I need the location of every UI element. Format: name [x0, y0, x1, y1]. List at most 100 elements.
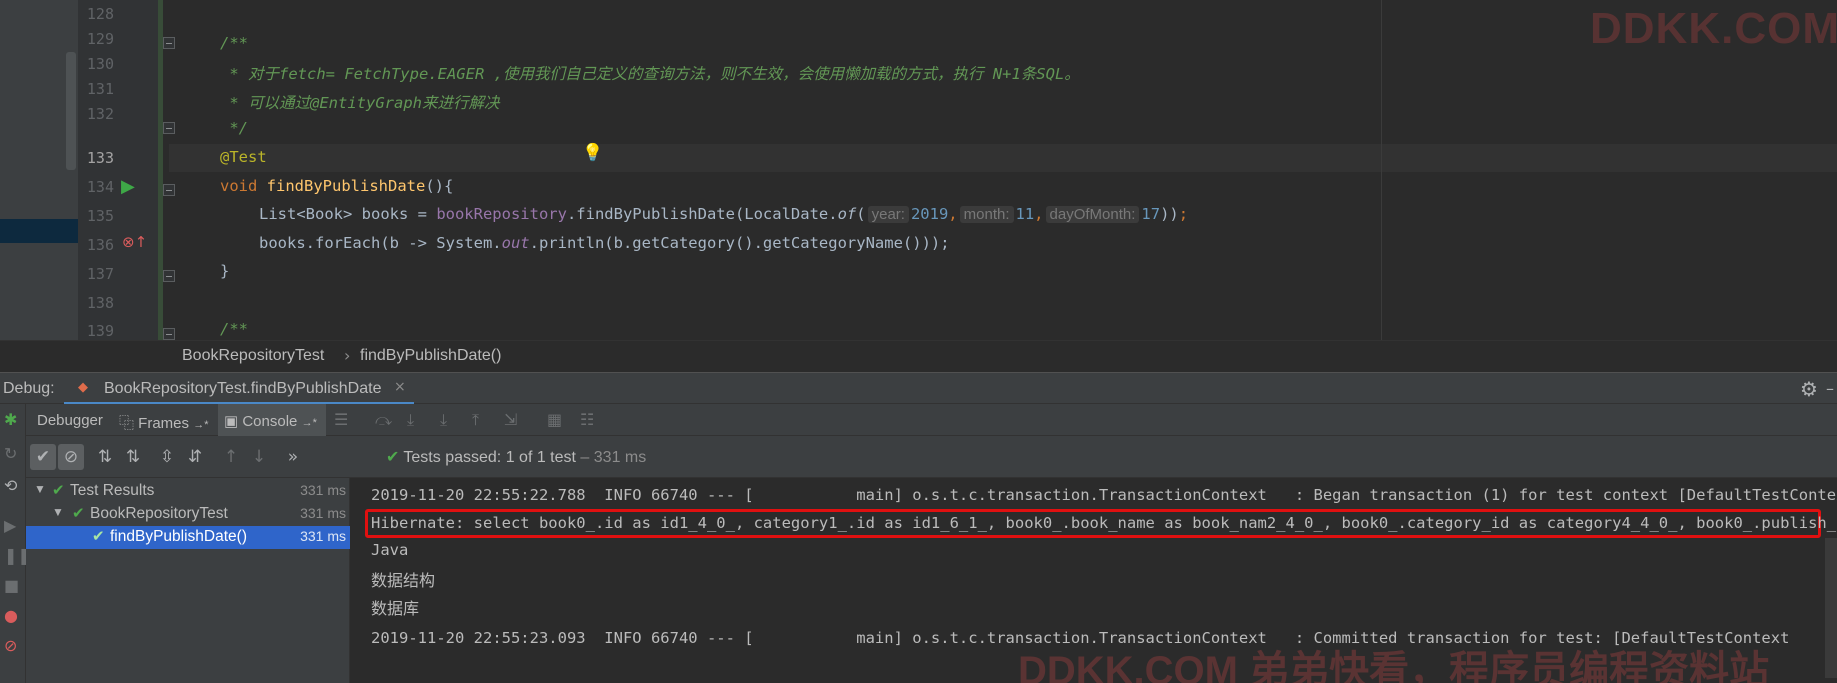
settings-icon[interactable]: ⚙	[1800, 377, 1818, 401]
fold-marker[interactable]	[163, 37, 175, 49]
debug-icon[interactable]: ✱	[4, 410, 17, 429]
duration: 331 ms	[300, 505, 346, 521]
fold-marker[interactable]	[163, 270, 175, 282]
test-status: ✔ Tests passed: 1 of 1 test – 331 ms	[386, 447, 646, 467]
collapse-all-button[interactable]: ⇵	[182, 444, 208, 470]
line-number: 134	[86, 178, 114, 196]
sort-duration-button[interactable]: ⇅	[120, 444, 146, 470]
expand-all-button[interactable]: ⇳	[154, 444, 180, 470]
line-number: 129	[86, 30, 114, 48]
tab-console-label: Console	[242, 413, 298, 430]
project-panel-edge	[0, 0, 78, 340]
code-line: * 对于fetch= FetchType.EAGER ,使用我们自己定义的查询方…	[220, 65, 1080, 83]
status-time: – 331 ms	[580, 449, 647, 466]
console-scrollbar[interactable]	[1825, 538, 1837, 678]
mute-breakpoints-icon[interactable]: ⊘	[4, 636, 17, 655]
more-button[interactable]: »	[280, 444, 306, 470]
show-passed-button[interactable]: ✔	[30, 444, 56, 470]
change-marker-bar	[158, 0, 169, 340]
tree-item-label: findByPublishDate()	[110, 528, 247, 545]
line-number: 137	[86, 265, 114, 283]
chevron-down-icon[interactable]: ▼	[34, 482, 46, 496]
line-number: 139	[86, 322, 114, 340]
frames-icon: ⿻	[119, 415, 139, 432]
status-of: of 1 test	[519, 449, 576, 466]
debug-side-strip: ✱ ↻ ⟲ ▶ ❚❚ ■ ● ⊘	[0, 404, 31, 683]
code-token: (	[856, 205, 866, 223]
evaluate-icon[interactable]: ▦	[547, 410, 562, 429]
status-count: 1	[505, 449, 515, 466]
tab-debugger[interactable]: Debugger	[37, 404, 109, 436]
project-scrollbar[interactable]	[66, 52, 76, 170]
debug-session-title: BookRepositoryTest.findByPublishDate	[104, 380, 382, 397]
fold-marker[interactable]	[163, 122, 175, 134]
step-over-icon[interactable]: ⤼	[375, 410, 392, 430]
view-breakpoints-icon[interactable]: ●	[4, 606, 18, 625]
check-icon: ✔	[92, 528, 105, 545]
tree-item-test-method[interactable]: ✔ findByPublishDate() 331 ms	[26, 526, 350, 549]
step-into-icon[interactable]: ⤓	[407, 410, 414, 430]
restore-icon[interactable]: ⟲	[4, 476, 17, 495]
code-token: ,	[1034, 205, 1044, 223]
code-line: */	[220, 119, 248, 137]
debug-session-tab[interactable]: ◆ BookRepositoryTest.findByPublishDate ×	[64, 373, 414, 405]
rerun-icon[interactable]: ↻	[4, 444, 17, 463]
code-editor[interactable]: 128 129 130 131 132 133 134 135 136 137 …	[0, 0, 1837, 340]
method-name: findByPublishDate	[266, 177, 426, 195]
run-test-icon[interactable]: ▶	[121, 176, 135, 197]
force-step-into-icon[interactable]: ⤓	[440, 410, 447, 430]
caret-row-highlight	[169, 144, 1837, 172]
line-number: 130	[86, 55, 114, 73]
bulb-icon[interactable]: 💡	[582, 143, 603, 163]
show-ignored-button[interactable]: ⊘	[58, 444, 84, 470]
number-literal: 2019	[910, 205, 949, 223]
fold-marker[interactable]	[163, 184, 175, 196]
previous-failed-button[interactable]: ↑	[218, 444, 244, 470]
check-icon: ✔	[72, 505, 85, 522]
watermark: DDKK.COM	[1590, 4, 1837, 53]
tab-frames[interactable]: ⿻ Frames →*	[119, 404, 215, 436]
code-line: /**	[220, 320, 248, 338]
field-ref: out	[501, 234, 530, 252]
step-out-icon[interactable]: ⤒	[472, 410, 479, 430]
code-token: ,	[948, 205, 958, 223]
project-selected-row[interactable]	[0, 219, 78, 243]
code-token: ;	[1178, 205, 1189, 223]
field-ref: bookRepository	[436, 205, 567, 223]
code-token: of	[837, 205, 857, 223]
close-icon[interactable]: ×	[394, 379, 406, 395]
right-margin-guide	[1381, 0, 1382, 340]
editor-gutter	[78, 0, 158, 340]
code-line: books.forEach(b -> System.out.println(b.…	[259, 234, 950, 252]
minimize-icon[interactable]: –	[1826, 379, 1834, 398]
tab-console[interactable]: ▣ Console →*	[218, 404, 326, 436]
resume-icon[interactable]: ▶	[4, 516, 16, 535]
fold-marker[interactable]	[163, 328, 175, 340]
code-line: * 可以通过@EntityGraph来进行解决	[220, 94, 500, 112]
next-failed-button[interactable]: ↓	[246, 444, 272, 470]
line-number: 131	[86, 80, 114, 98]
breadcrumb-method[interactable]: findByPublishDate()	[360, 347, 501, 365]
debug-tool-window-header: Debug: ◆ BookRepositoryTest.findByPublis…	[0, 372, 1837, 405]
debug-label: Debug:	[3, 380, 55, 397]
check-icon: ✔	[52, 482, 65, 499]
console-line: 数据结构	[371, 571, 436, 590]
line-number: 132	[86, 105, 114, 123]
console-line: Java	[371, 541, 409, 559]
menu-icon[interactable]: ☰	[334, 410, 348, 429]
duration: 331 ms	[300, 528, 346, 544]
run-to-cursor-icon[interactable]: ⇲	[504, 410, 517, 429]
tab-console-suffix: →*	[301, 417, 317, 429]
breadcrumb-class[interactable]: BookRepositoryTest	[182, 347, 324, 365]
console-line-sql: Hibernate: select book0_.id as id1_4_0_,…	[371, 514, 1837, 532]
trace-icon[interactable]: ☷	[580, 410, 594, 429]
test-class-icon: ◆	[78, 380, 88, 395]
stop-icon[interactable]: ■	[4, 576, 19, 595]
code-token: ))	[1160, 205, 1179, 223]
tree-item-test-results[interactable]: ▼ ✔ Test Results 331 ms	[26, 480, 350, 503]
run-marker-icon[interactable]: ⊗↑	[122, 233, 147, 251]
chevron-down-icon[interactable]: ▼	[52, 505, 64, 519]
tree-item-test-class[interactable]: ▼ ✔ BookRepositoryTest 331 ms	[26, 503, 350, 526]
sort-alpha-button[interactable]: ⇅	[92, 444, 118, 470]
tree-item-label: Test Results	[70, 482, 155, 499]
